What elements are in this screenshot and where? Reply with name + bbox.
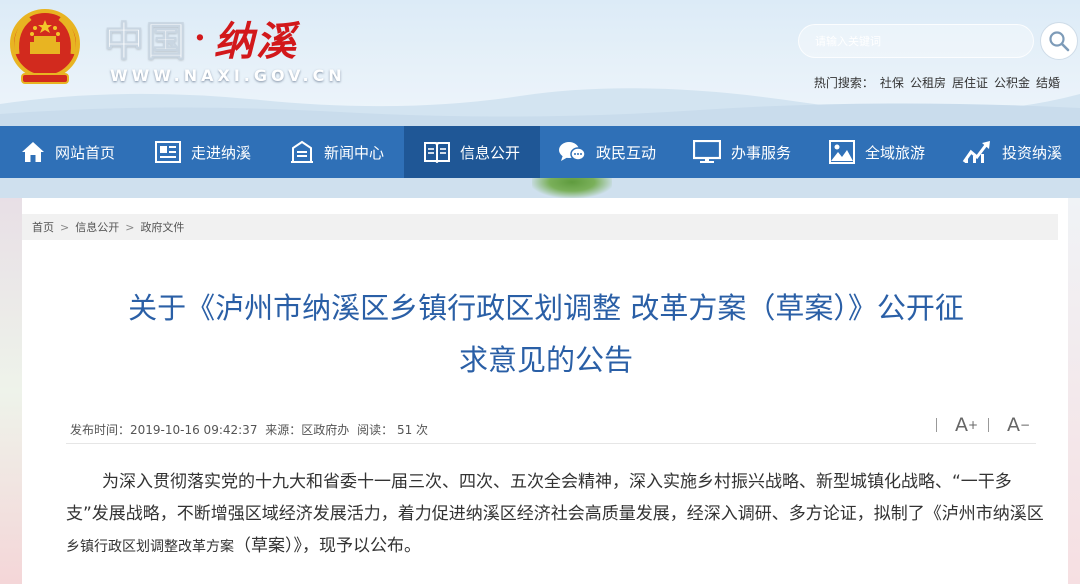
main-nav: 网站首页 走进纳溪 新闻中心 信息公开 政民互动 办事服务 全域旅游 投资纳溪 [0,126,1080,178]
font-decrease-button[interactable]: A − [988,414,1030,436]
search-icon [1049,31,1070,52]
divider [988,418,989,432]
nav-item-label: 新闻中心 [323,143,384,162]
tree-decoration [532,178,612,198]
nav-item-info-public[interactable]: 信息公开 [404,126,540,178]
hot-search-link[interactable]: 公积金 [994,76,1030,90]
national-emblem-icon[interactable] [8,8,82,88]
article-title-line: 关于《泸州市纳溪区乡镇行政区划调整 改革方案（草案）》公开征 [128,291,964,325]
view-count: 阅读： 51 次 [357,423,429,437]
nav-item-label: 网站首页 [54,143,115,162]
divider [936,418,937,432]
font-increase-button[interactable]: A + [936,414,978,436]
book-icon [423,142,450,163]
breadcrumb-gov-docs[interactable]: 政府文件 [140,219,184,235]
newspaper-icon [154,141,181,163]
nav-item-label: 走进纳溪 [190,143,251,162]
hot-search-link[interactable]: 居住证 [952,76,988,90]
nav-item-label: 办事服务 [730,143,791,162]
nav-item-label: 信息公开 [459,143,520,162]
home-icon [21,142,44,162]
nav-item-label: 政民互动 [595,143,656,162]
article-body-text: （草案）》，现予以公布。 [234,536,421,556]
nav-item-investment[interactable]: 投资纳溪 [944,126,1080,178]
article-body-text: 为深入贯彻落实党的十九大和省委十一届三次、四次、五次全会精神，深入实施乡村振兴战… [66,472,1044,524]
breadcrumb-info-public[interactable]: 信息公开 [75,219,119,235]
chat-bubbles-icon [558,142,586,161]
site-logo[interactable]: 中国 · 纳溪 [104,12,298,66]
nav-item-label: 投资纳溪 [1001,143,1062,162]
hot-search-link[interactable]: 公租房 [910,76,946,90]
monitor-icon [692,140,721,163]
search-button[interactable] [1040,22,1078,60]
font-increase-label: A [955,414,968,436]
hot-search-link[interactable]: 社保 [880,76,904,90]
article-title: 关于《泸州市纳溪区乡镇行政区划调整 改革方案（草案）》公开征 求意见的公告 [46,282,1046,386]
publish-time: 发布时间：2019-10-16 09:42:37 [70,423,258,437]
font-decrease-label: A [1007,414,1020,436]
landscape-icon [828,140,855,164]
site-header: 中国 · 纳溪 WWW.NAXI.GOV.CN 热门搜索： 社保公租房居住证公积金… [0,0,1080,126]
breadcrumb-separator: > [125,220,135,234]
side-decoration-left [0,198,22,584]
nav-item-news[interactable]: 新闻中心 [270,126,404,178]
trend-chart-icon [962,141,990,163]
article-title-line: 求意见的公告 [458,343,633,377]
search-input[interactable] [815,25,1015,57]
nav-item-tourism[interactable]: 全域旅游 [810,126,944,178]
nav-item-label: 全域旅游 [864,143,925,162]
logo-url-text: WWW.NAXI.GOV.CN [110,66,346,85]
logo-text-naxi: 纳溪 [213,18,298,65]
nav-item-services[interactable]: 办事服务 [674,126,810,178]
logo-dot: · [194,18,208,58]
breadcrumb-home[interactable]: 首页 [32,219,54,235]
search-box [798,24,1034,58]
breadcrumb-separator: > [60,220,70,234]
font-decrease-sup: − [1020,418,1031,432]
breadcrumb: 首页 > 信息公开 > 政府文件 [22,214,1058,240]
hot-search: 热门搜索： 社保 公租房 居住证 公积金 结婚 [814,74,1060,91]
side-decoration-right [1068,198,1080,584]
article-meta-info: 发布时间：2019-10-16 09:42:37 来源：区政府办 阅读： 51 … [70,421,432,438]
logo-text-china: 中国 [104,18,188,66]
article-body-text: 乡镇行政区划调整改革方案 [66,539,234,555]
hot-search-link[interactable]: 结婚 [1036,76,1060,90]
nav-item-about[interactable]: 走进纳溪 [136,126,270,178]
article-meta: 发布时间：2019-10-16 09:42:37 来源：区政府办 阅读： 51 … [66,414,1036,444]
font-increase-sup: + [968,418,979,432]
article-source: 来源：区政府办 [265,423,350,437]
article-body: 为深入贯彻落实党的十九大和省委十一届三次、四次、五次全会精神，深入实施乡村振兴战… [66,466,1046,563]
article-card: 首页 > 信息公开 > 政府文件 关于《泸州市纳溪区乡镇行政区划调整 改革方案（… [22,198,1068,584]
hot-search-label: 热门搜索： [813,76,874,90]
nav-item-interaction[interactable]: 政民互动 [540,126,674,178]
building-icon [290,140,313,163]
nav-item-home[interactable]: 网站首页 [0,126,136,178]
